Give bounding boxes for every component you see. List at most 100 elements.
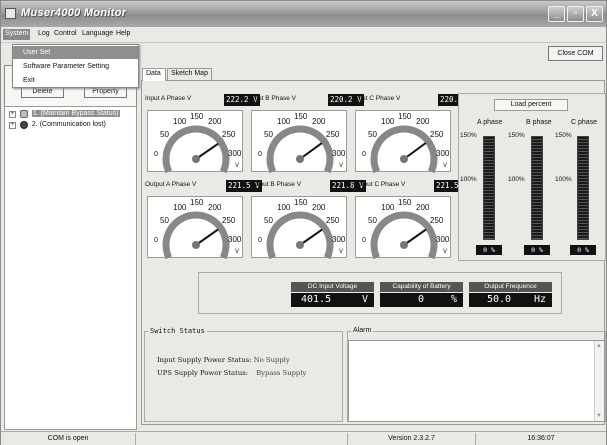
gauge-panel: Input C Phase V 220.0 V 0 50 100 150 200 250 300…: [352, 93, 474, 173]
output-frequence-value: 50.0: [487, 294, 512, 305]
menu-control[interactable]: Control: [54, 30, 77, 37]
gauge-svg: 0 50 100150 200250 300: [362, 198, 450, 259]
gauge-dial: 0 50 100 150 200 250 300 V: [147, 196, 243, 259]
version-label: Version 2.3.2.7: [348, 433, 476, 445]
gauge-arc: [162, 211, 230, 259]
gauge-scale-label: 100: [381, 203, 395, 212]
dc-input-voltage-unit: V: [361, 294, 368, 305]
gauge-scale-label: 50: [160, 130, 169, 139]
ups-supply-status-row: UPS Supply Power Status: Bypass Supply: [157, 369, 306, 377]
gauge-scale-label: 200: [312, 117, 326, 126]
gauge-panel: Output B Phase V 221.8 V 0 50 100 150 200 250 30…: [248, 179, 366, 259]
tab-data[interactable]: Data: [142, 68, 166, 81]
gauge-scale-label: 250: [430, 216, 444, 225]
tab-sketch-map[interactable]: Sketch Map: [167, 68, 212, 80]
phase-c-load-value: 0 %: [570, 245, 596, 255]
gauge-needle: [195, 228, 219, 246]
gauge-panel: Output C Phase V 221.5 V 0 50 100 150 200 250 30…: [352, 179, 470, 259]
gauge-hub: [400, 241, 408, 249]
gauge-scale-label: 100: [277, 117, 291, 126]
gauge-scale-label: 300: [332, 149, 346, 158]
scale-150-label: 150%: [508, 132, 525, 139]
title-bar[interactable]: Muser4000 Monitor _ ▫ X: [1, 1, 606, 27]
tree-item-label: 2. (Communication lost): [31, 121, 106, 128]
minimize-button[interactable]: _: [548, 6, 565, 22]
menu-item-exit[interactable]: Exit: [13, 74, 138, 87]
battery-capability-label: Capability of Battery: [380, 282, 463, 292]
gauge-arc: [266, 211, 334, 259]
gauge-hub: [296, 241, 304, 249]
gauge-scale-label: 150: [398, 198, 412, 207]
gauge-label: Input A Phase V: [145, 95, 192, 102]
gauge-svg: 0 50 100150 200250 300: [154, 112, 242, 173]
maximize-button[interactable]: ▫: [567, 6, 584, 22]
gauge-scale-label: 200: [208, 203, 222, 212]
gauge-scale-label: 50: [160, 216, 169, 225]
gauge-svg: 0 50 100150 200250 300: [258, 112, 346, 173]
gauge-scale-label: 250: [326, 216, 340, 225]
phase-b-load-bar: [531, 136, 543, 240]
load-percent-panel: Load percent A phase B phase C phase 150…: [458, 93, 606, 261]
menu-help[interactable]: Help: [116, 30, 130, 37]
output-frequence-readout: 50.0 Hz: [469, 293, 552, 307]
expand-icon[interactable]: +: [9, 111, 16, 118]
battery-capability-readout: 0 %: [380, 293, 463, 307]
scroll-up-icon[interactable]: ▲: [596, 343, 602, 349]
gauge-label: Output B Phase V: [249, 181, 302, 188]
tree-item-device-1[interactable]: + 1. (Maintain Bypass Status): [9, 110, 120, 120]
gauge-label: Input C Phase V: [353, 95, 401, 102]
gauge-scale-label: 200: [416, 117, 430, 126]
gauge-unit: V: [338, 249, 343, 255]
phase-c-label: C phase: [571, 119, 598, 126]
gauge-scale-label: 250: [326, 130, 340, 139]
gauge-needle: [299, 228, 323, 246]
close-com-button[interactable]: Close COM: [548, 46, 603, 61]
menu-item-user-set[interactable]: User Set: [13, 46, 138, 59]
menu-system[interactable]: System: [3, 29, 31, 40]
gauge-scale-label: 0: [154, 151, 158, 158]
gauge-scale-label: 300: [436, 235, 450, 244]
phase-a-load-value: 0 %: [476, 245, 502, 255]
battery-capability-value: 0: [418, 294, 425, 305]
window-title: Muser4000 Monitor: [21, 7, 127, 19]
scale-100-label: 100%: [460, 176, 477, 183]
menu-bar: System Log Control Language Help: [1, 28, 606, 42]
device-tree[interactable]: + 1. (Maintain Bypass Status) + 2. (Comm…: [4, 106, 137, 430]
scale-150-label: 150%: [555, 132, 572, 139]
input-supply-status-label: Input Supply Power Status:: [157, 356, 252, 364]
gauge-unit: V: [442, 163, 447, 169]
close-window-button[interactable]: X: [586, 6, 603, 22]
scroll-down-icon[interactable]: ▼: [596, 413, 602, 419]
menu-language[interactable]: Language: [82, 30, 113, 37]
gauge-dial: 0 50 100 150 200 250 300 V: [147, 110, 243, 173]
phase-b-load-value: 0 %: [524, 245, 550, 255]
status-empty-cell: [136, 433, 348, 445]
gauge-dial: 0 50 100 150 200 250 300 V: [355, 110, 451, 173]
gauge-scale-label: 50: [368, 216, 377, 225]
gauge-svg: 0 50 100150 200250 300: [154, 198, 242, 259]
expand-icon[interactable]: +: [9, 122, 16, 129]
gauge-scale-label: 250: [430, 130, 444, 139]
gauge-arc: [370, 125, 438, 173]
menu-item-software-parameter-setting[interactable]: Software Parameter Setting: [13, 60, 138, 73]
system-menu-dropdown: User Set Software Parameter Setting Exit: [12, 44, 139, 88]
gauge-scale-label: 150: [294, 198, 308, 207]
alarm-list[interactable]: ▲ ▼: [348, 340, 605, 422]
input-supply-status-value: No Supply: [253, 356, 290, 364]
menu-log[interactable]: Log: [38, 30, 50, 37]
alarm-scrollbar[interactable]: ▲ ▼: [594, 341, 604, 421]
gauge-scale-label: 0: [362, 151, 366, 158]
switch-status-panel: Switch Status Input Supply Power Status:…: [144, 327, 343, 422]
gauge-scale-label: 150: [398, 112, 412, 121]
gauge-scale-label: 100: [173, 203, 187, 212]
scale-150-label: 150%: [460, 132, 477, 139]
alarm-panel: Alarm ▲ ▼: [347, 327, 606, 422]
gauge-label: Input B Phase V: [249, 95, 296, 102]
gauge-scale-label: 300: [228, 235, 242, 244]
ups-supply-status-label: UPS Supply Power Status:: [157, 369, 248, 377]
tree-item-device-2[interactable]: + 2. (Communication lost): [9, 121, 106, 131]
gauge-scale-label: 150: [294, 112, 308, 121]
gauge-scale-label: 100: [277, 203, 291, 212]
gauge-scale-label: 200: [208, 117, 222, 126]
gauge-unit: V: [338, 163, 343, 169]
